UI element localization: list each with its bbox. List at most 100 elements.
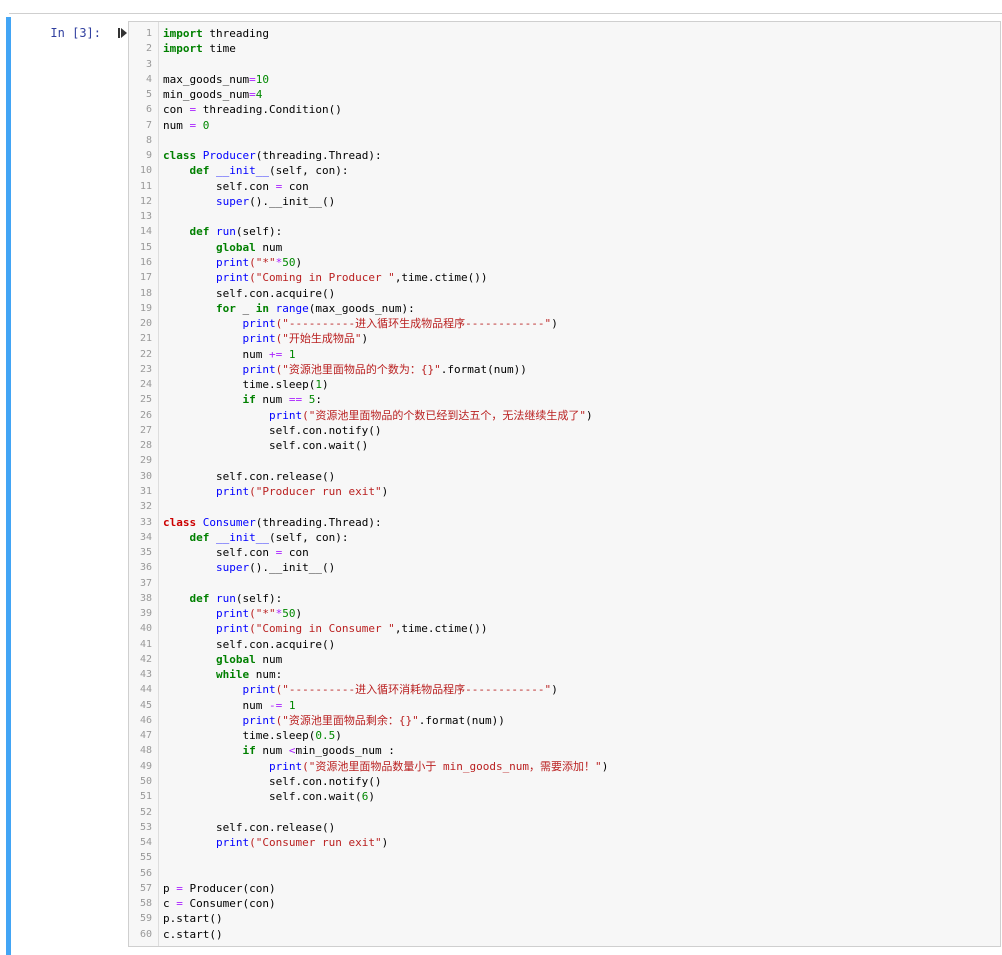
line-number: 59	[139, 913, 152, 925]
code-line[interactable]: 28 self.con.wait()	[129, 438, 1000, 453]
code-line[interactable]: 9 class Producer(threading.Thread):	[129, 148, 1000, 163]
code-line[interactable]: 52	[129, 805, 1000, 820]
line-number: 58	[139, 898, 152, 910]
code-token: 1	[288, 698, 296, 712]
line-number: 46	[139, 714, 152, 726]
code-line[interactable]: 33 class Consumer(threading.Thread):	[129, 515, 1000, 530]
code-line[interactable]: 51 self.con.wait(6)	[129, 789, 1000, 804]
code-line[interactable]: 50 self.con.notify()	[129, 774, 1000, 789]
code-line[interactable]: 18 self.con.acquire()	[129, 286, 1000, 301]
code-line[interactable]: 48 if num <min_goods_num :	[129, 743, 1000, 758]
code-token: :	[315, 393, 322, 407]
code-line[interactable]: 22 num += 1	[129, 347, 1000, 362]
line-number: 5	[145, 89, 152, 101]
line-number: 20	[139, 318, 152, 330]
code-line[interactable]: 58 c = Consumer(con)	[129, 896, 1000, 911]
code-token: (self):	[235, 225, 283, 239]
code-line[interactable]: 47 time.sleep(0.5)	[129, 728, 1000, 743]
code-line[interactable]: 36 super().__init__()	[129, 560, 1000, 575]
code-token: num:	[249, 668, 283, 682]
code-line[interactable]: 56	[129, 866, 1000, 881]
line-source: self.con.release()	[163, 820, 335, 835]
code-token: )	[585, 408, 593, 422]
code-token: super	[215, 194, 250, 208]
line-number: 29	[139, 455, 152, 467]
code-line[interactable]: 53 self.con.release()	[129, 820, 1000, 835]
code-line[interactable]: 38 def run(self):	[129, 591, 1000, 606]
code-line[interactable]: 3	[129, 57, 1000, 72]
code-line[interactable]: 34 def __init__(self, con):	[129, 530, 1000, 545]
code-line[interactable]: 27 self.con.notify()	[129, 423, 1000, 438]
input-prompt: In [3]:	[50, 26, 101, 40]
line-number: 16	[139, 256, 152, 268]
line-number: 43	[139, 669, 152, 681]
line-source: print("Coming in Producer ",time.ctime()…	[163, 270, 488, 285]
code-cell[interactable]: In [3]: 1 import threading 2 import time 3 4 m…	[6, 17, 1002, 955]
code-line[interactable]: 43 while num:	[129, 667, 1000, 682]
code-line[interactable]: 7 num = 0	[129, 118, 1000, 133]
code-line[interactable]: 2 import time	[129, 41, 1000, 56]
line-source: time.sleep(0.5)	[163, 728, 341, 743]
code-line[interactable]: 44 print("----------进入循环消耗物品程序----------…	[129, 682, 1000, 697]
code-line[interactable]: 20 print("----------进入循环生成物品程序----------…	[129, 316, 1000, 331]
code-line[interactable]: 26 print("资源池里面物品的个数已经到达五个，无法继续生成了")	[129, 408, 1000, 423]
code-line[interactable]: 41 self.con.acquire()	[129, 637, 1000, 652]
code-token: self.con.release()	[163, 469, 336, 483]
run-cell-icon[interactable]	[118, 27, 128, 39]
line-source: print("资源池里面物品的个数已经到达五个，无法继续生成了")	[163, 408, 593, 423]
code-line[interactable]: 30 self.con.release()	[129, 469, 1000, 484]
code-line[interactable]: 42 global num	[129, 652, 1000, 667]
code-line[interactable]: 21 print("开始生成物品")	[129, 331, 1000, 346]
line-source: self.con.release()	[163, 469, 335, 484]
code-line[interactable]: 57 p = Producer(con)	[129, 881, 1000, 896]
code-line[interactable]: 4 max_goods_num=10	[129, 72, 1000, 87]
code-line[interactable]: 13	[129, 209, 1000, 224]
code-token: threading	[202, 27, 269, 40]
code-line[interactable]: 12 super().__init__()	[129, 194, 1000, 209]
code-token: 1	[288, 347, 296, 361]
code-line[interactable]: 37	[129, 576, 1000, 591]
code-line[interactable]: 11 self.con = con	[129, 179, 1000, 194]
code-line[interactable]: 39 print("*"*50)	[129, 606, 1000, 621]
line-number: 11	[139, 180, 152, 192]
code-line[interactable]: 55	[129, 850, 1000, 865]
line-source: import threading	[163, 26, 269, 41]
code-line[interactable]: 46 print("资源池里面物品剩余：{}".format(num))	[129, 713, 1000, 728]
code-line[interactable]: 49 print("资源池里面物品数量小于 min_goods_num，需要添加…	[129, 759, 1000, 774]
code-token: )	[321, 378, 329, 392]
code-line[interactable]: 35 self.con = con	[129, 545, 1000, 560]
code-line[interactable]: 59 p.start()	[129, 911, 1000, 926]
code-line[interactable]: 23 print("资源池里面物品的个数为：{}".format(num))	[129, 362, 1000, 377]
code-line[interactable]: 31 print("Producer run exit")	[129, 484, 1000, 499]
line-source: time.sleep(1)	[163, 377, 329, 392]
code-line[interactable]: 54 print("Consumer run exit")	[129, 835, 1000, 850]
code-line[interactable]: 14 def run(self):	[129, 224, 1000, 239]
code-line[interactable]: 16 print("*"*50)	[129, 255, 1000, 270]
code-line[interactable]: 60 c.start()	[129, 927, 1000, 942]
line-number: 21	[139, 333, 152, 345]
line-number: 49	[139, 760, 152, 772]
code-token: __init__	[216, 164, 269, 178]
code-line[interactable]: 6 con = threading.Condition()	[129, 102, 1000, 117]
code-line[interactable]: 17 print("Coming in Producer ",time.ctim…	[129, 270, 1000, 285]
code-line[interactable]: 10 def __init__(self, con):	[129, 163, 1000, 178]
code-line[interactable]: 5 min_goods_num=4	[129, 87, 1000, 102]
code-line[interactable]: 1 import threading	[129, 26, 1000, 41]
code-line[interactable]: 25 if num == 5:	[129, 392, 1000, 407]
code-line[interactable]: 8	[129, 133, 1000, 148]
code-editor[interactable]: 1 import threading 2 import time 3 4 max_goods…	[128, 21, 1001, 947]
code-line[interactable]: 32	[129, 499, 1000, 514]
code-token: )	[601, 759, 609, 773]
code-line[interactable]: 24 time.sleep(1)	[129, 377, 1000, 392]
code-line[interactable]: 19 for _ in range(max_goods_num):	[129, 301, 1000, 316]
code-line[interactable]: 45 num -= 1	[129, 698, 1000, 713]
line-source: def run(self):	[163, 591, 283, 606]
code-line[interactable]: 15 global num	[129, 240, 1000, 255]
code-token: ("----------进入循环消耗物品程序------------"	[275, 683, 552, 697]
code-line[interactable]: 40 print("Coming in Consumer ",time.ctim…	[129, 621, 1000, 636]
code-token: import	[163, 42, 203, 56]
code-token: num	[255, 652, 283, 666]
code-line[interactable]: 29	[129, 453, 1000, 468]
